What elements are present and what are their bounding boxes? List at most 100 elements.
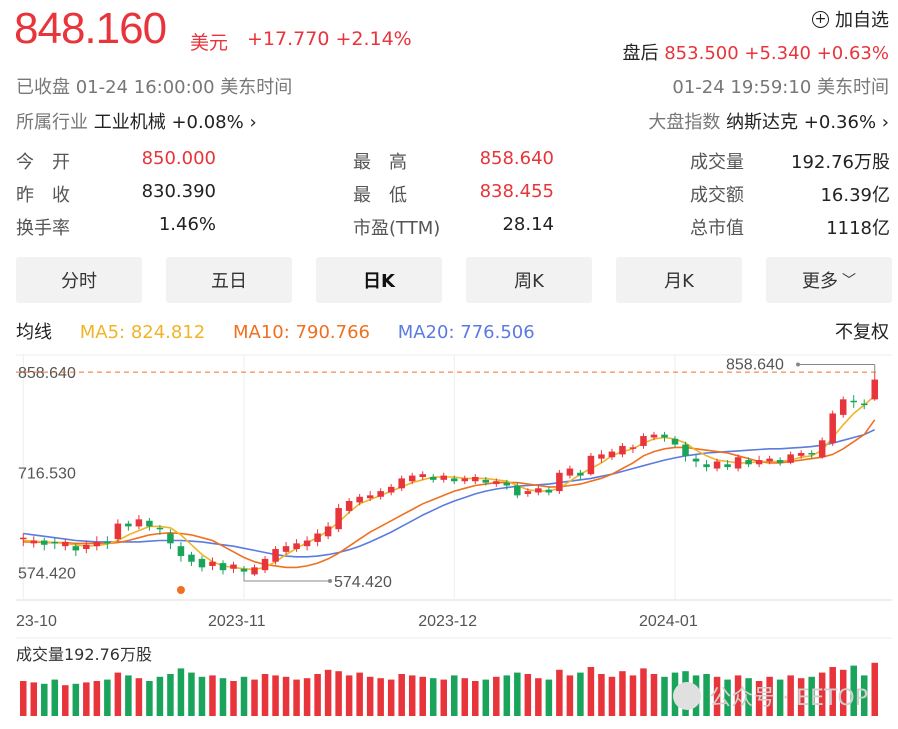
volume-bar (640, 668, 647, 716)
candlestick-chart[interactable]: 858.640 716.530 574.420 23-10 2023-11 2023-12… (0, 0, 898, 729)
wechat-icon (673, 682, 701, 710)
candle-body (419, 474, 426, 477)
volume-bar (199, 677, 206, 716)
volume-bar (136, 678, 143, 716)
volume-bar (230, 681, 237, 716)
candle-body (829, 413, 836, 443)
volume-bar (262, 674, 269, 716)
ma5-line (23, 396, 874, 570)
volume-bar (598, 674, 605, 716)
candle-body (640, 436, 647, 446)
volume-bar (356, 673, 363, 716)
candle-body (304, 541, 311, 547)
candle-body (20, 538, 27, 540)
candle-body (220, 563, 227, 570)
volume-bar (325, 670, 332, 716)
volume-bar (483, 680, 490, 716)
candle-body (840, 399, 847, 415)
volume-bar (556, 670, 563, 716)
candle-body (703, 464, 710, 467)
candle-body (146, 521, 153, 527)
candle-body (115, 524, 122, 540)
candle-body (483, 480, 490, 483)
candle-body (871, 380, 878, 400)
high-price-label: 858.640 (726, 357, 784, 374)
candle-body (787, 454, 794, 462)
volume-bar (272, 675, 279, 716)
volume-bar (125, 675, 132, 716)
volume-bar (220, 678, 227, 716)
candle-body (398, 478, 405, 488)
volume-bar (472, 681, 479, 716)
candle-body (346, 501, 353, 511)
volume-bar (430, 678, 437, 716)
x-tick-label: 2023-11 (208, 613, 266, 630)
low-price-label: 574.420 (334, 574, 392, 591)
candle-body (31, 541, 38, 544)
volume-bar (419, 677, 426, 716)
volume-bar (871, 663, 878, 716)
volume-bar (167, 674, 174, 716)
volume-bar (20, 681, 27, 716)
candle-body (808, 453, 815, 455)
volume-bar (619, 671, 626, 716)
candle-body (525, 491, 532, 494)
candle-body (335, 508, 342, 529)
candle-body (209, 562, 216, 566)
candle-body (136, 519, 143, 526)
candle-body (94, 542, 101, 546)
volume-bar (504, 675, 511, 716)
ma10-line (23, 420, 874, 568)
high-annotation-dot (796, 363, 800, 367)
candle-body (41, 541, 48, 545)
volume-bar (293, 680, 300, 716)
candle-body (178, 546, 185, 556)
volume-bar (609, 677, 616, 716)
candle-body (377, 491, 384, 497)
candle-body (619, 446, 626, 454)
volume-bar (409, 675, 416, 716)
candle-body (272, 549, 279, 562)
candle-body (546, 490, 553, 493)
candle-body (651, 435, 658, 438)
volume-label: 成交量192.76万股 (16, 645, 152, 664)
candle-body (535, 488, 542, 492)
volume-bar (535, 678, 542, 716)
candle-body (104, 542, 111, 544)
candle-body (157, 528, 164, 530)
candle-body (798, 453, 805, 456)
x-tick-label: 2023-12 (418, 613, 477, 630)
volume-bar (462, 678, 469, 716)
volume-bar (514, 673, 521, 716)
candle-body (283, 546, 290, 552)
candle-body (724, 464, 731, 467)
watermark: 公众号 · EETOP (673, 680, 868, 712)
candle-body (293, 543, 300, 549)
volume-bar (146, 681, 153, 716)
candle-body (472, 477, 479, 481)
volume-bar (388, 680, 395, 716)
candle-body (493, 481, 500, 484)
volume-bar (525, 674, 532, 716)
volume-bar (314, 674, 321, 716)
y-tick-label: 574.420 (18, 566, 76, 583)
event-marker-dot (177, 586, 185, 594)
volume-bar (377, 678, 384, 716)
low-annotation-dot (328, 579, 332, 583)
candle-body (62, 542, 69, 546)
candle-body (609, 452, 616, 458)
candle-body (735, 457, 742, 468)
candle-body (83, 545, 90, 549)
y-tick-label: 858.640 (18, 365, 76, 382)
candle-body (262, 559, 269, 570)
x-tick-label: 23-10 (16, 613, 57, 630)
volume-bar (178, 668, 185, 716)
y-tick-label: 716.530 (18, 465, 76, 482)
volume-bar (157, 677, 164, 716)
volume-bar (62, 685, 69, 716)
volume-bar (31, 682, 38, 716)
candle-body (73, 546, 80, 550)
volume-bar (651, 674, 658, 716)
candle-body (230, 565, 237, 569)
candle-body (756, 460, 763, 464)
